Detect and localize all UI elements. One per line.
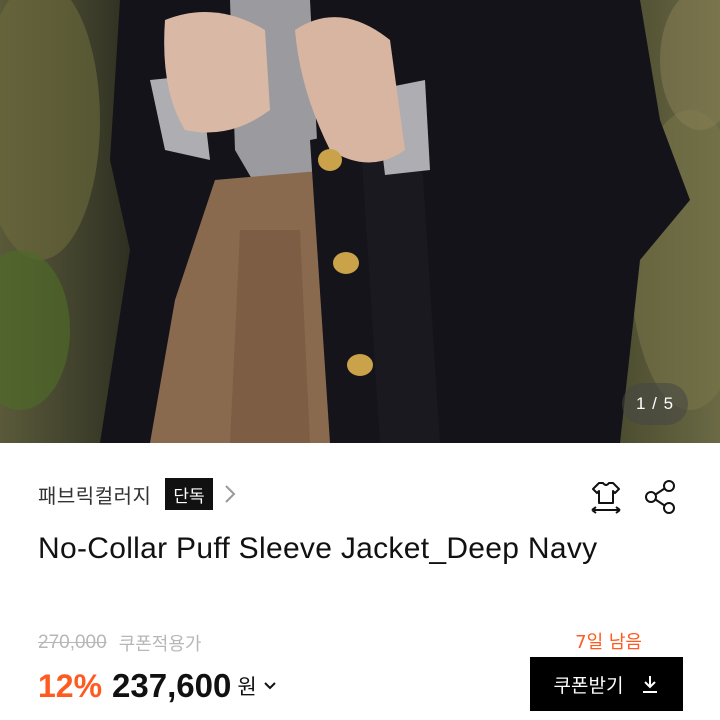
download-icon bbox=[643, 676, 658, 693]
sale-price: 237,600 bbox=[112, 667, 232, 704]
fit-guide-button[interactable] bbox=[586, 477, 626, 517]
coupon-price-label: 쿠폰적용가 bbox=[118, 634, 202, 655]
original-price-row: 270,000 쿠폰적용가 bbox=[38, 630, 202, 656]
product-photo bbox=[0, 0, 720, 443]
image-counter: 1 / 5 bbox=[622, 383, 688, 425]
exclusive-badge: 단독 bbox=[165, 478, 213, 510]
chevron-down-icon[interactable] bbox=[263, 681, 277, 691]
share-icon bbox=[645, 480, 675, 514]
product-image[interactable]: 1 / 5 bbox=[0, 0, 720, 443]
get-coupon-label: 쿠폰받기 bbox=[553, 674, 624, 697]
product-title: No-Collar Puff Sleeve Jacket_Deep Navy bbox=[38, 532, 598, 565]
coupon-days-left: 7일 남음 bbox=[575, 632, 642, 653]
chevron-right-icon bbox=[224, 485, 236, 503]
original-price: 270,000 bbox=[38, 632, 107, 653]
fit-guide-icon bbox=[591, 482, 621, 514]
brand-name: 패브릭컬러지 bbox=[38, 483, 152, 508]
brand-link[interactable]: 패브릭컬러지 단독 bbox=[38, 477, 237, 511]
get-coupon-button[interactable]: 쿠폰받기 bbox=[530, 657, 683, 711]
sale-price-row[interactable]: 12% 237,600 원 bbox=[38, 664, 277, 708]
share-button[interactable] bbox=[641, 477, 681, 517]
currency-unit: 원 bbox=[237, 675, 257, 699]
discount-rate: 12% bbox=[38, 667, 103, 704]
